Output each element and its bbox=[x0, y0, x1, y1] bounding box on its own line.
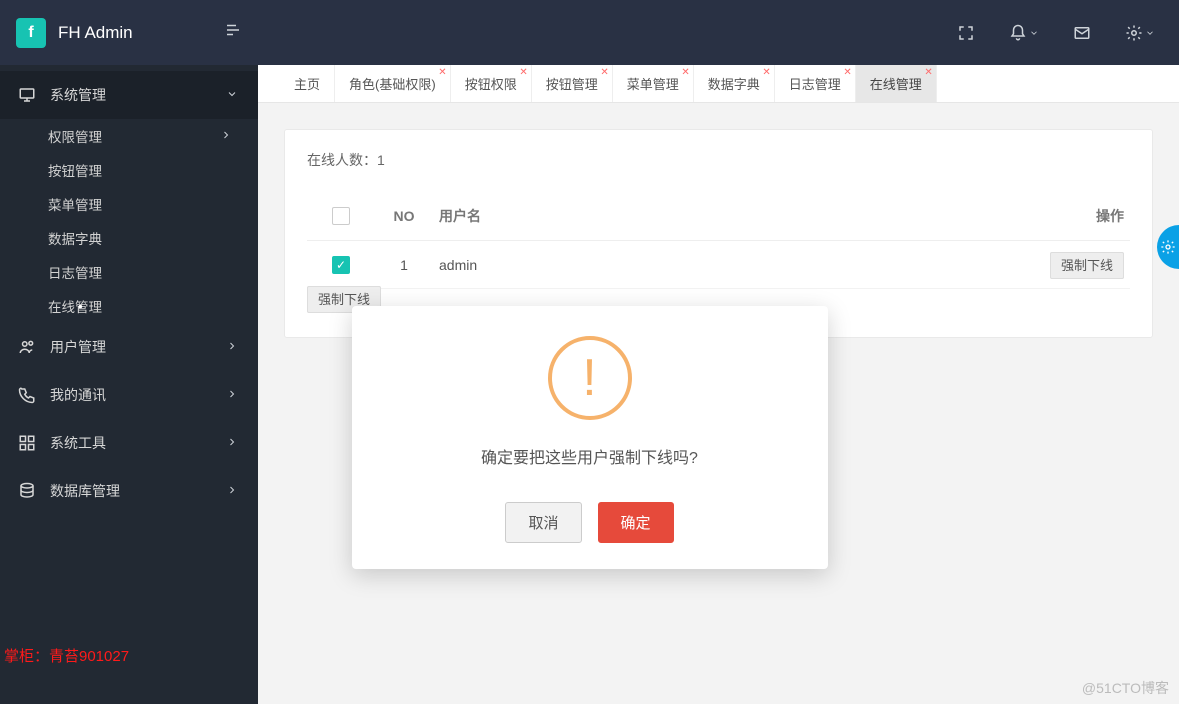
confirm-dialog: ! 确定要把这些用户强制下线吗? 取消 确定 bbox=[352, 306, 828, 569]
modal-overlay: ! 确定要把这些用户强制下线吗? 取消 确定 bbox=[0, 0, 1179, 704]
dialog-text: 确定要把这些用户强制下线吗? bbox=[376, 444, 804, 468]
warning-icon: ! bbox=[548, 336, 632, 420]
watermark: @51CTO博客 bbox=[1082, 678, 1169, 698]
confirm-button[interactable]: 确定 bbox=[598, 502, 674, 543]
cancel-button[interactable]: 取消 bbox=[505, 502, 581, 543]
